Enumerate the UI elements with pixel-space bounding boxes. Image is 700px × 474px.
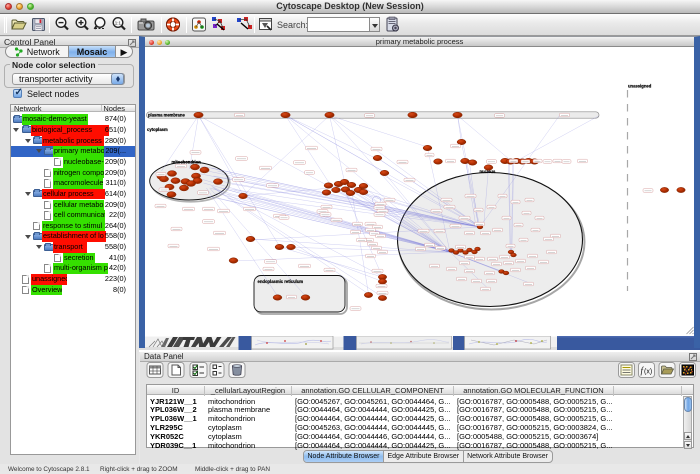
svg-text:1:1: 1:1: [115, 21, 122, 26]
svg-text:(x): (x): [644, 369, 652, 376]
svg-text:mitochondrion: mitochondrion: [172, 159, 202, 164]
svg-text:cytoplasm: cytoplasm: [147, 127, 168, 132]
svg-text:endoplasmic reticulum: endoplasmic reticulum: [258, 279, 304, 284]
svg-text:plasma membrane: plasma membrane: [148, 113, 185, 118]
svg-text:unassigned: unassigned: [628, 83, 652, 88]
